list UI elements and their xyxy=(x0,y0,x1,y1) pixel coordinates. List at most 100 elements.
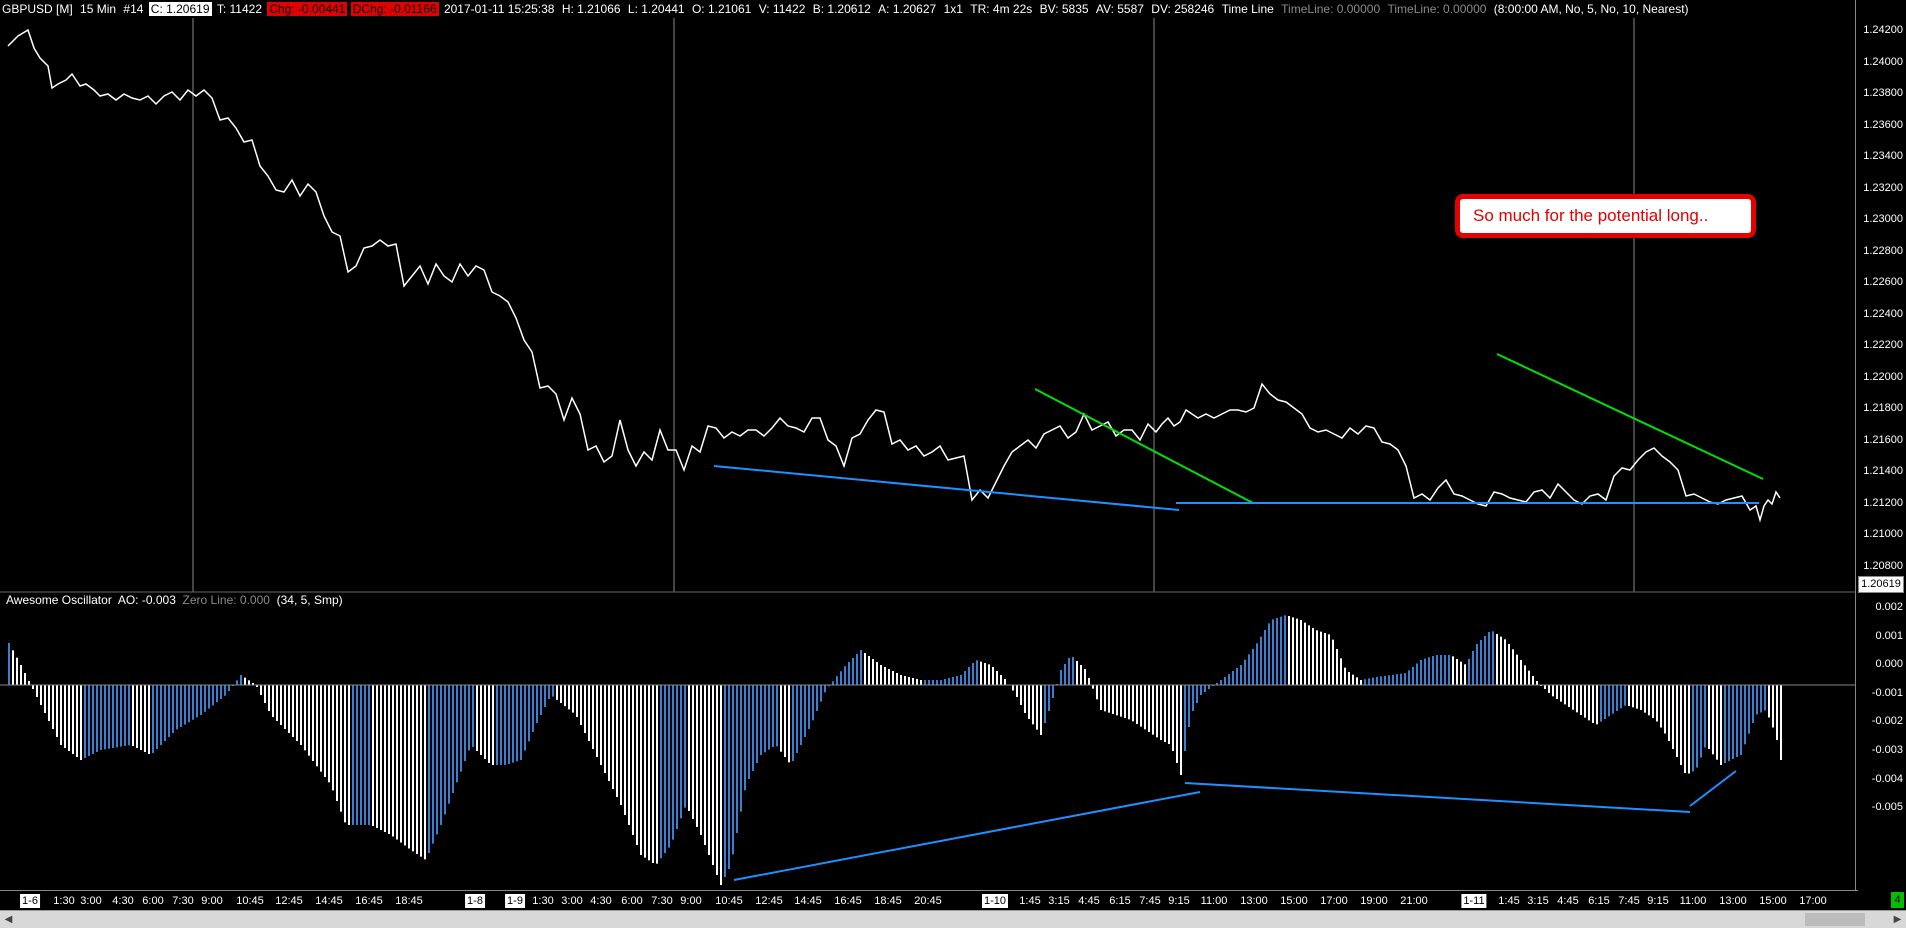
ao-bar xyxy=(1064,664,1066,685)
ao-bar xyxy=(656,685,658,864)
chart-canvas[interactable] xyxy=(0,0,1858,890)
ao-bar xyxy=(32,685,34,689)
ao-bar xyxy=(1484,636,1486,685)
ao-bar xyxy=(744,685,746,791)
ao-bar xyxy=(540,685,542,715)
ao-bar xyxy=(424,685,426,860)
ao-bar xyxy=(700,685,702,835)
ao-bar xyxy=(760,685,762,755)
ao-bar xyxy=(248,680,250,685)
ao-bar xyxy=(1732,685,1734,759)
ao-bar xyxy=(268,685,270,711)
ao-bar xyxy=(1300,620,1302,685)
annotation-box[interactable]: So much for the potential long.. xyxy=(1455,194,1756,238)
trendline-blue-1 xyxy=(713,465,1180,511)
price-axis[interactable]: 1.24200 1.24000 1.23800 1.23600 1.23400 1.232… xyxy=(1855,0,1906,592)
ao-bar xyxy=(552,685,554,697)
ao-bar xyxy=(264,685,266,703)
ao-bar xyxy=(1248,654,1250,685)
time-tick-label: 11:00 xyxy=(1200,895,1228,907)
ao-bar xyxy=(1608,685,1610,717)
ao-bar xyxy=(1768,685,1770,718)
scroll-thumb[interactable] xyxy=(1805,913,1865,926)
ao-bar xyxy=(216,685,218,703)
ao-bar xyxy=(436,685,438,835)
ao-bar xyxy=(1392,674,1394,685)
ao-bar xyxy=(852,658,854,685)
ao-bar xyxy=(1244,659,1246,685)
ao-bar xyxy=(296,685,298,741)
ao-bar xyxy=(316,685,318,767)
ao-bar xyxy=(176,685,178,730)
ao-bar xyxy=(1624,685,1626,706)
ao-bar xyxy=(1520,660,1522,685)
time-tick-label: 9:00 xyxy=(680,895,702,907)
ao-bar xyxy=(1384,675,1386,685)
ao-bar xyxy=(364,685,366,825)
ao-bar xyxy=(1416,663,1418,685)
ao-bar xyxy=(1580,685,1582,715)
ao-bar xyxy=(160,685,162,745)
ao-bar xyxy=(948,678,950,685)
ao-bar xyxy=(796,685,798,753)
ao-bar xyxy=(1072,657,1074,685)
ao-bar xyxy=(624,685,626,815)
ao-bar xyxy=(1104,685,1106,712)
time-tick-label: 3:00 xyxy=(561,895,583,907)
ao-bar xyxy=(664,685,666,853)
ao-bar xyxy=(812,685,814,721)
ao-bar xyxy=(604,685,606,773)
oscillator-name[interactable]: Awesome Oscillator xyxy=(6,593,112,607)
time-tick-label: 9:15 xyxy=(1168,895,1190,907)
oscillator-axis[interactable]: 0.002 0.001 0.000 -0.001 -0.002 -0.003 -0.004 -… xyxy=(1855,592,1906,890)
ao-bar xyxy=(1260,636,1262,685)
ao-bar xyxy=(1200,685,1202,695)
ao-bar xyxy=(872,659,874,685)
oscillator-tick-label: -0.005 xyxy=(1871,801,1903,814)
ao-bar xyxy=(1452,656,1454,685)
oscillator-tick-label: -0.003 xyxy=(1871,744,1903,756)
ao-bar xyxy=(844,666,846,685)
ao-bar xyxy=(272,685,274,717)
horizontal-scrollbar[interactable]: ◀ ▶ xyxy=(0,910,1906,928)
ao-bar xyxy=(1192,685,1194,711)
ao-bar xyxy=(1596,685,1598,725)
ao-bar xyxy=(720,685,722,885)
time-tick-label: 10:45 xyxy=(715,895,743,907)
time-tick-label: 15:00 xyxy=(1280,895,1308,907)
ao-bar xyxy=(120,685,122,747)
ao-bar xyxy=(756,685,758,763)
ao-bar xyxy=(1684,685,1686,773)
ao-bar xyxy=(820,685,822,702)
ao-bar xyxy=(1412,666,1414,685)
ao-bar xyxy=(108,685,110,749)
ao-bar xyxy=(672,685,674,840)
ao-bar xyxy=(1476,644,1478,685)
time-tick-label: 14:45 xyxy=(315,895,343,907)
ao-bar xyxy=(1652,685,1654,718)
ao-bar xyxy=(1512,649,1514,685)
ao-bar xyxy=(1436,655,1438,685)
scroll-right-icon[interactable]: ▶ xyxy=(1889,911,1906,928)
ao-bar xyxy=(1560,685,1562,702)
ao-bar xyxy=(636,685,638,845)
ao-bar xyxy=(764,685,766,753)
time-tick-label: 16:45 xyxy=(355,895,383,907)
price-tick-label: 1.23400 xyxy=(1863,150,1903,162)
price-tick-label: 1.21600 xyxy=(1863,433,1903,446)
ao-bar xyxy=(52,685,54,729)
ao-bar xyxy=(56,685,58,737)
ao-bar xyxy=(928,680,930,685)
scroll-left-icon[interactable]: ◀ xyxy=(0,911,17,928)
day-marker-label: 1-6 xyxy=(20,894,40,908)
ao-bar xyxy=(976,660,978,685)
oscillator-tick-label: 0.001 xyxy=(1875,629,1903,642)
time-axis[interactable]: 1-6 1:30 3:00 4:30 6:00 7:30 9:00 10:45 12:45 14:… xyxy=(0,890,1858,911)
ao-bar xyxy=(816,685,818,711)
ao-bar xyxy=(1632,685,1634,708)
time-tick-label: 6:15 xyxy=(1109,895,1131,907)
ao-bar xyxy=(228,685,230,691)
ao-bar xyxy=(1404,673,1406,685)
ao-bar xyxy=(140,685,142,750)
ao-bar xyxy=(24,673,26,685)
